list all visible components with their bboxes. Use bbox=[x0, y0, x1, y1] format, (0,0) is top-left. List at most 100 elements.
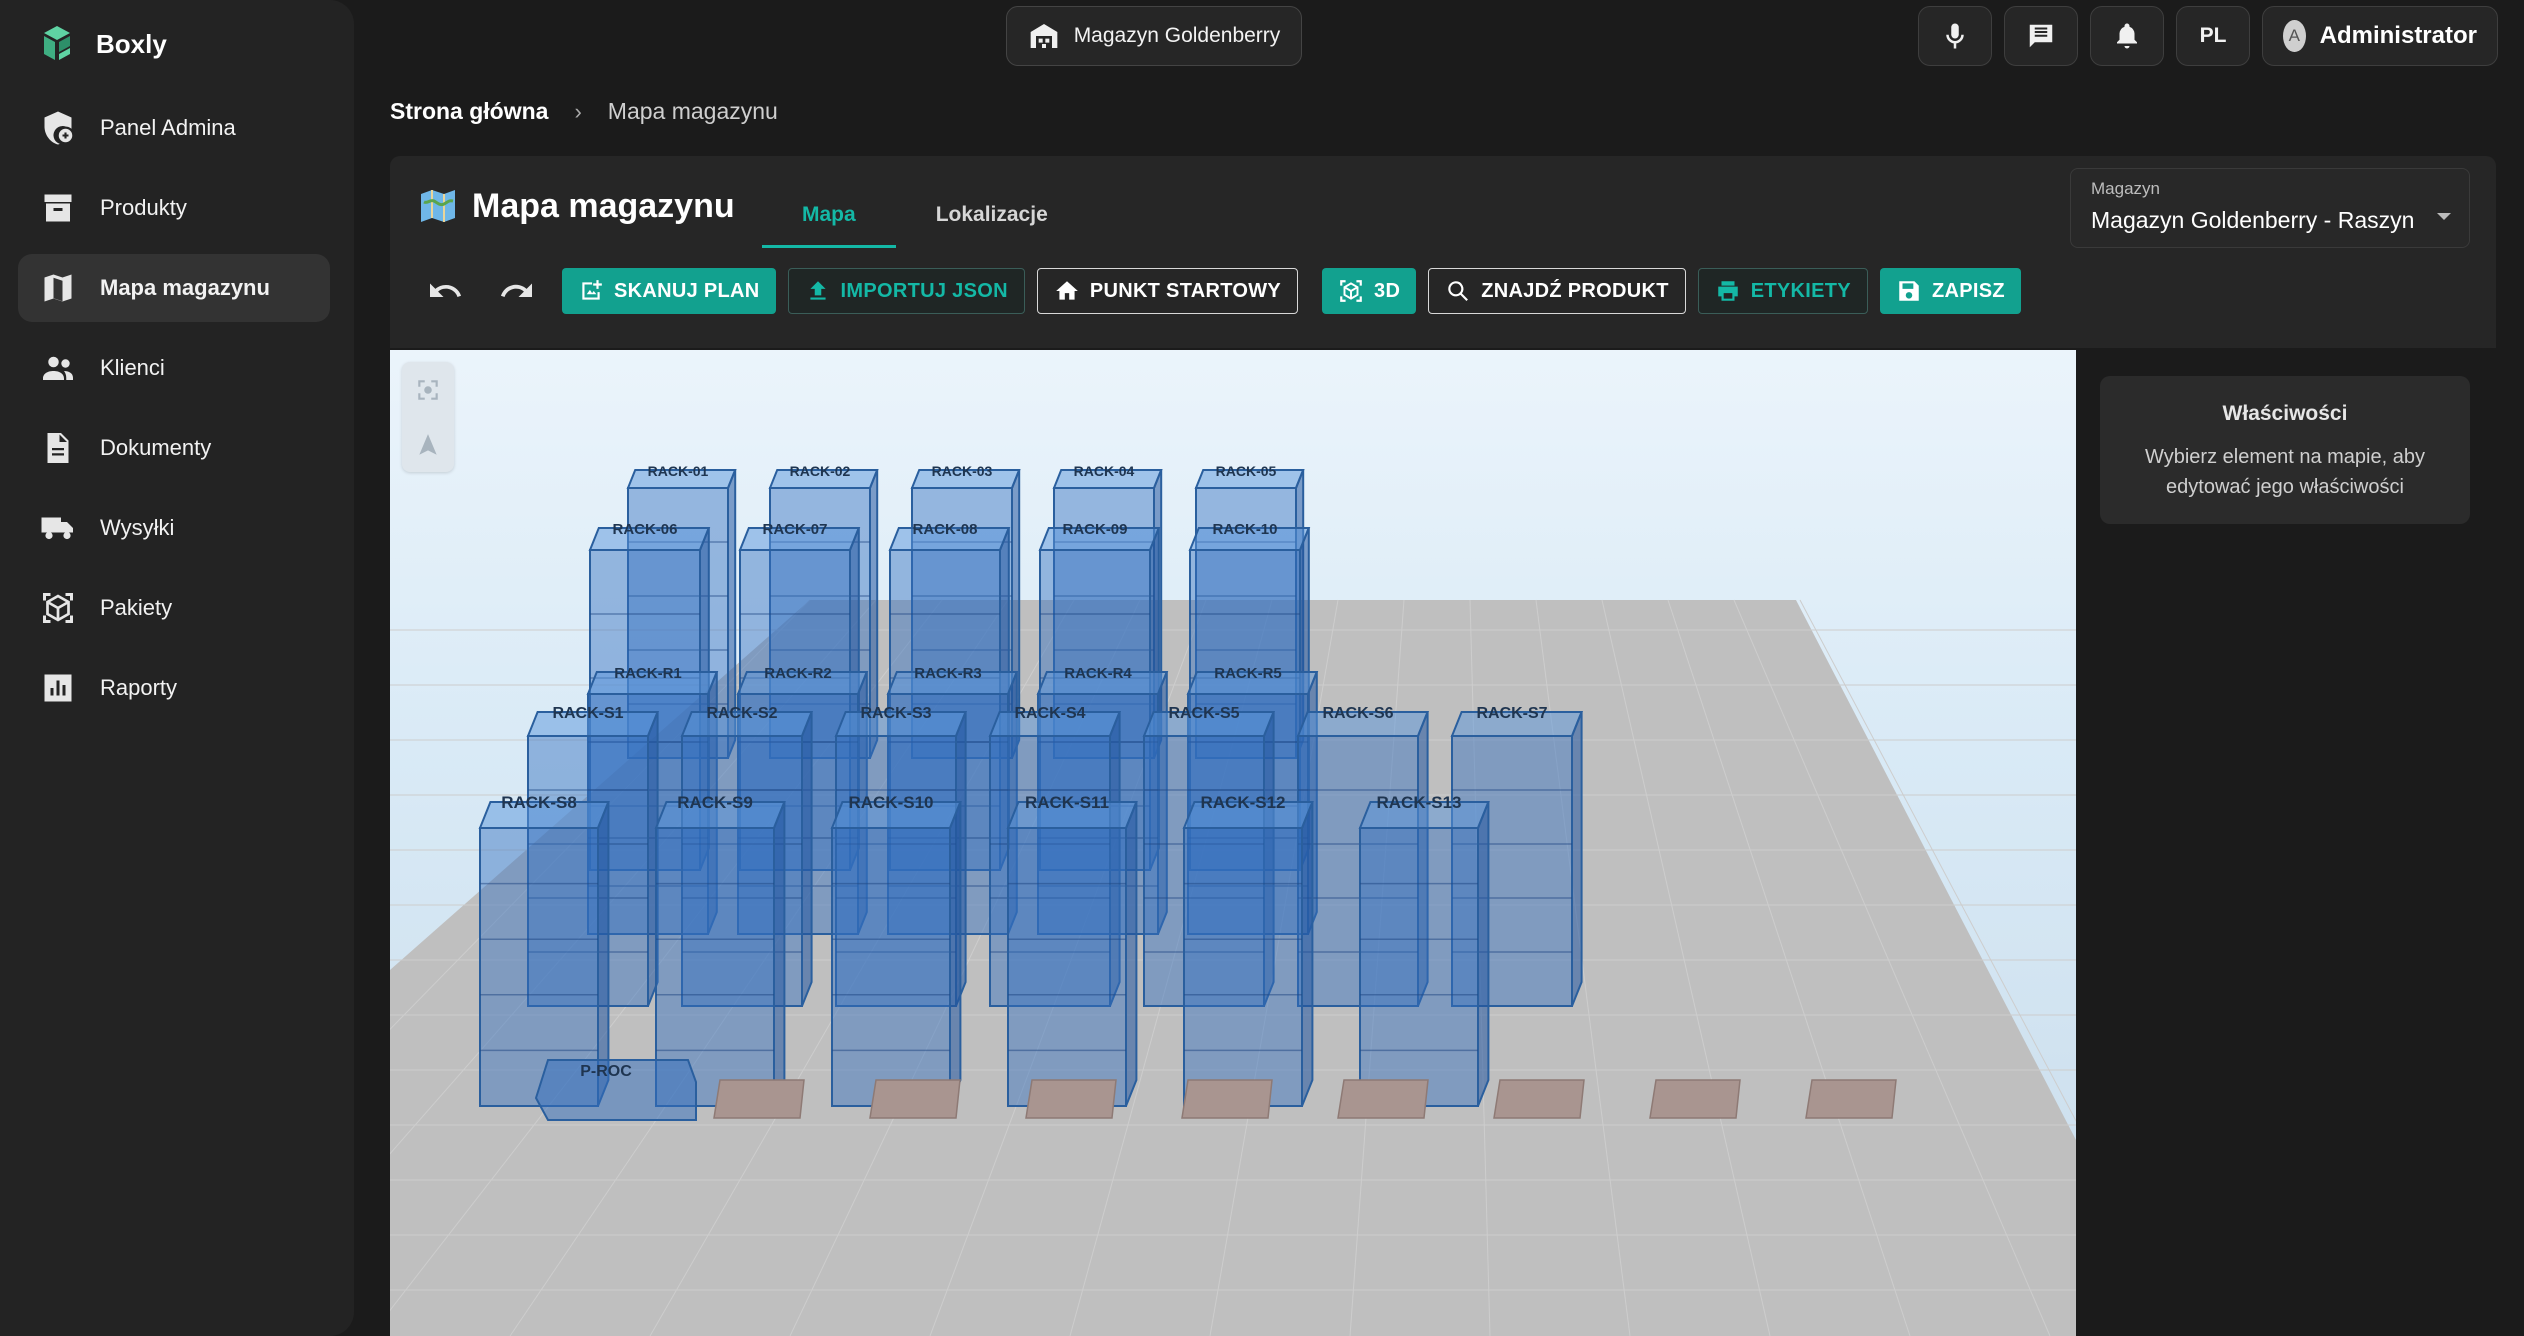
brand-name: Boxly bbox=[96, 28, 167, 59]
sidebar-item-klienci[interactable]: Klienci bbox=[18, 334, 330, 402]
rack-side-face bbox=[773, 801, 786, 1107]
people-icon bbox=[43, 356, 73, 380]
rack-label: RACK-08 bbox=[912, 521, 977, 538]
floor-pad bbox=[1805, 1079, 1897, 1119]
sidebar-item-panel-admina[interactable]: Panel Admina bbox=[18, 94, 330, 162]
start-point-button[interactable]: PUNKT STARTOWY bbox=[1036, 268, 1299, 314]
rack-label: RACK-S9 bbox=[677, 793, 753, 812]
view-3d-button[interactable]: 3D bbox=[1322, 268, 1417, 314]
redo-button[interactable] bbox=[490, 268, 544, 314]
messages-button[interactable] bbox=[2004, 6, 2078, 66]
import-json-button[interactable]: IMPORTUJ JSON bbox=[787, 268, 1025, 314]
rack-front-face bbox=[831, 827, 951, 1107]
properties-hint: Wybierz element na mapie, aby edytować j… bbox=[2145, 446, 2425, 498]
microphone-icon bbox=[1946, 23, 1964, 49]
folded-map-icon bbox=[421, 190, 455, 222]
sidebar-item-label: Dokumenty bbox=[100, 435, 212, 460]
avatar: A bbox=[2283, 20, 2306, 52]
labels-button[interactable]: ETYKIETY bbox=[1697, 268, 1868, 314]
floor-pad bbox=[1649, 1079, 1741, 1119]
sidebar: Boxly Panel Admina Produkty Mapa magazyn… bbox=[0, 0, 354, 1336]
notifications-button[interactable] bbox=[2090, 6, 2164, 66]
sidebar-item-label: Mapa magazynu bbox=[100, 275, 270, 300]
sidebar-item-label: Raporty bbox=[100, 675, 178, 700]
scan-plan-button[interactable]: SKANUJ PLAN bbox=[562, 268, 776, 314]
3d-view-icon bbox=[1340, 280, 1362, 302]
sidebar-nav: Panel Admina Produkty Mapa magazynu Klie… bbox=[18, 94, 330, 734]
user-name: Administrator bbox=[2319, 22, 2477, 49]
warehouse-3d-map[interactable]: RACK-01 RACK-02 RACK-03 RACK-04 RACK-05 RACK-… bbox=[390, 350, 2076, 1336]
brand[interactable]: Boxly bbox=[40, 22, 167, 66]
warehouse-select-label: Magazyn bbox=[2091, 179, 2160, 198]
current-warehouse-name: Magazyn Goldenberry bbox=[1073, 24, 1281, 47]
tab-mapa[interactable]: Mapa bbox=[762, 184, 896, 248]
sidebar-item-dokumenty[interactable]: Dokumenty bbox=[18, 414, 330, 482]
properties-title: Właściwości bbox=[2222, 402, 2348, 425]
labels-label: ETYKIETY bbox=[1750, 279, 1851, 302]
rack-label: RACK-10 bbox=[1212, 521, 1277, 538]
rack-label: RACK-S11 bbox=[1025, 793, 1109, 812]
rack-side-face bbox=[1571, 711, 1583, 1007]
rack-label: RACK-07 bbox=[762, 521, 827, 538]
microphone-button[interactable] bbox=[1918, 6, 1992, 66]
view-3d-label: 3D bbox=[1374, 279, 1401, 302]
warehouse-select[interactable]: Magazyn Magazyn Goldenberry - Raszyn bbox=[2070, 168, 2470, 248]
current-warehouse-chip[interactable]: Magazyn Goldenberry bbox=[1006, 6, 1302, 66]
compass-button[interactable] bbox=[402, 417, 454, 472]
rack-side-face bbox=[1301, 801, 1314, 1107]
chevron-down-icon bbox=[2437, 213, 2451, 220]
map-toolbar: SKANUJ PLAN IMPORTUJ JSON PUNKT STARTOWY… bbox=[418, 268, 2033, 314]
page-title: Mapa magazynu bbox=[418, 186, 735, 226]
rack-side-face bbox=[1125, 801, 1138, 1107]
user-menu-button[interactable]: A Administrator bbox=[2262, 6, 2498, 66]
focus-frame-icon bbox=[418, 379, 438, 400]
document-icon bbox=[47, 433, 69, 463]
rack-side-face bbox=[801, 711, 813, 1007]
warehouse-icon bbox=[1030, 24, 1058, 48]
rack-side-face bbox=[949, 801, 962, 1107]
boxly-logo-icon bbox=[44, 26, 70, 60]
recenter-button[interactable] bbox=[402, 362, 454, 417]
find-product-label: ZNAJDŹ PRODUKT bbox=[1481, 279, 1669, 302]
breadcrumb-home-link[interactable]: Strona główna bbox=[390, 98, 548, 125]
breadcrumb-separator-icon: › bbox=[574, 98, 582, 124]
start-point-label: PUNKT STARTOWY bbox=[1089, 279, 1282, 302]
breadcrumb-current: Mapa magazynu bbox=[607, 98, 778, 124]
rack-side-face bbox=[1477, 801, 1490, 1107]
rack-label: RACK-S13 bbox=[1376, 793, 1461, 812]
bar-chart-icon bbox=[44, 674, 72, 702]
rack-front-face bbox=[1007, 827, 1127, 1107]
rack-front-face bbox=[1359, 827, 1479, 1107]
warehouse-select-value: Magazyn Goldenberry - Raszyn bbox=[2091, 207, 2415, 233]
map-scene[interactable]: RACK-01 RACK-02 RACK-03 RACK-04 RACK-05 RACK-… bbox=[390, 350, 2076, 1336]
archive-box-icon bbox=[44, 194, 72, 222]
rack-label: RACK-R1 bbox=[614, 665, 682, 682]
sidebar-item-label: Produkty bbox=[100, 195, 187, 220]
find-product-button[interactable]: ZNAJDŹ PRODUKT bbox=[1428, 268, 1686, 314]
scan-plan-label: SKANUJ PLAN bbox=[614, 279, 760, 302]
sidebar-item-pakiety[interactable]: Pakiety bbox=[18, 574, 330, 642]
language-button[interactable]: PL bbox=[2176, 6, 2250, 66]
map-card: Mapa magazynu Mapa Lokalizacje Magazyn M… bbox=[390, 156, 2496, 348]
breadcrumb: Strona główna › Mapa magazynu bbox=[390, 98, 778, 125]
undo-button[interactable] bbox=[418, 268, 472, 314]
sidebar-item-produkty[interactable]: Produkty bbox=[18, 174, 330, 242]
rack-label: RACK-S8 bbox=[501, 793, 577, 812]
sidebar-item-raporty[interactable]: Raporty bbox=[18, 654, 330, 722]
sidebar-item-wysylki[interactable]: Wysyłki bbox=[18, 494, 330, 562]
rack-label: RACK-09 bbox=[1062, 521, 1127, 538]
map-controls bbox=[402, 362, 454, 472]
tab-lokalizacje[interactable]: Lokalizacje bbox=[896, 184, 1088, 248]
sidebar-item-label: Pakiety bbox=[100, 595, 173, 620]
floor-pad bbox=[713, 1079, 805, 1119]
upload-icon bbox=[809, 281, 826, 300]
page-title-text: Mapa magazynu bbox=[472, 186, 735, 225]
home-icon bbox=[1055, 281, 1078, 300]
map-icon bbox=[44, 274, 72, 302]
rack-label: RACK-R3 bbox=[914, 665, 982, 682]
rack-label: RACK-S3 bbox=[860, 705, 931, 722]
sidebar-item-mapa-magazynu[interactable]: Mapa magazynu bbox=[18, 254, 330, 322]
save-button[interactable]: ZAPISZ bbox=[1879, 268, 2021, 314]
floor-pad bbox=[869, 1079, 961, 1119]
sidebar-item-label: Wysyłki bbox=[100, 515, 175, 540]
